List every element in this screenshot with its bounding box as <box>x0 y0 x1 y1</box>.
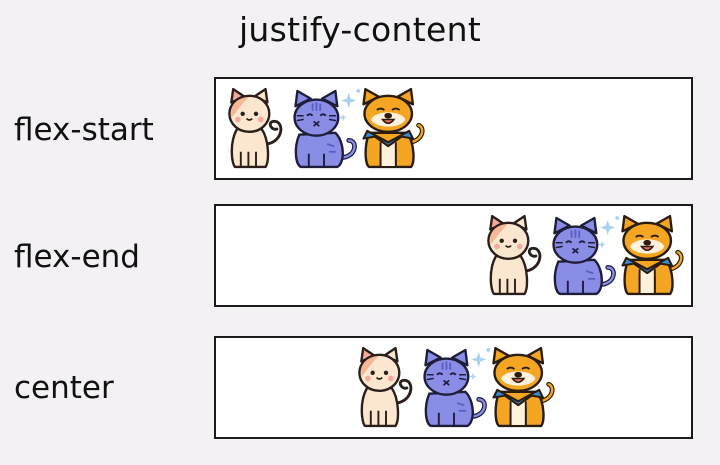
dog-icon <box>613 212 689 300</box>
container-flex-end <box>214 204 693 307</box>
purple-cat-icon <box>286 85 362 173</box>
label-flex-end: flex-end <box>14 239 140 275</box>
purple-cat-icon <box>545 212 621 300</box>
label-center: center <box>14 370 114 406</box>
container-flex-start <box>214 77 693 180</box>
cat-icon <box>348 344 424 432</box>
cat-icon <box>477 212 553 300</box>
container-center <box>214 336 693 439</box>
cat-icon <box>218 85 294 173</box>
diagram-title: justify-content <box>238 10 482 49</box>
dog-icon <box>354 85 430 173</box>
dog-icon <box>484 344 560 432</box>
purple-cat-icon <box>416 344 492 432</box>
label-flex-start: flex-start <box>14 112 154 148</box>
